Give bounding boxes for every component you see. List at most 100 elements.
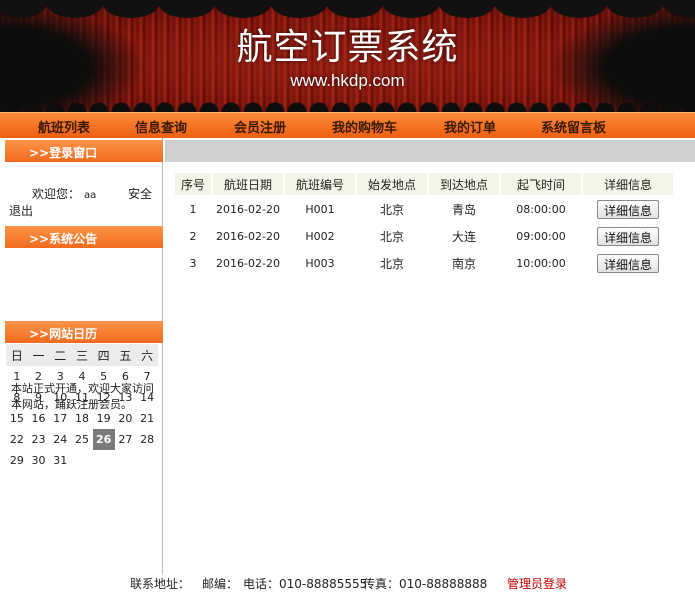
valance-scallop	[46, 0, 104, 18]
calendar-day[interactable]: 12	[93, 387, 115, 408]
calendar-day[interactable]: 2	[28, 366, 50, 387]
valance-scallop	[438, 0, 496, 18]
calendar-day[interactable]: 9	[28, 387, 50, 408]
calendar-day[interactable]: 24	[49, 429, 71, 450]
flight-detail-button[interactable]: 详细信息	[596, 254, 659, 273]
valance-scallop	[550, 0, 608, 18]
footer-phone: 电话：010-88885555	[243, 577, 368, 591]
cell-action: 详细信息	[583, 251, 673, 276]
calendar-day[interactable]: 5	[93, 366, 115, 387]
calendar-day[interactable]: 25	[71, 429, 93, 450]
calendar-day[interactable]: 20	[115, 408, 137, 429]
nav-shopping-cart[interactable]: 我的购物车	[332, 117, 397, 136]
calendar-day[interactable]: 8	[6, 387, 28, 408]
cell-action: 详细信息	[583, 197, 673, 222]
footer: 联系地址： 邮编： 电话：010-88885555 传真：010-8888888…	[0, 575, 695, 595]
calendar-day[interactable]: 16	[28, 408, 50, 429]
calendar-day[interactable]: 10	[49, 387, 71, 408]
username: aa	[84, 190, 97, 201]
column-header: 航班日期	[213, 173, 283, 195]
calendar-day[interactable]: 28	[136, 429, 158, 450]
flight-detail-button[interactable]: 详细信息	[596, 200, 659, 219]
table-row: 1 2016-02-20 H001 北京 青岛 08:00:00 详细信息	[175, 197, 673, 222]
calendar-day[interactable]: 15	[6, 408, 28, 429]
calendar-weekday: 三	[71, 344, 93, 366]
valance-scallop	[382, 0, 440, 18]
calendar-weekday: 二	[49, 344, 72, 366]
banner-bottom-fringe	[0, 96, 695, 112]
content-header-bar	[165, 140, 695, 162]
welcome-label: 欢迎您：	[32, 187, 81, 201]
cell-action: 详细信息	[583, 224, 673, 249]
calendar-day[interactable]: 7	[136, 366, 158, 387]
valance-scallop	[494, 0, 552, 18]
cell-code: H001	[305, 203, 335, 216]
calendar-day[interactable]: 4	[71, 366, 93, 387]
calendar-day	[71, 450, 93, 471]
calendar-week: 15 16 17 18 19 20 21	[6, 408, 158, 429]
valance-scallop	[606, 0, 664, 18]
valance-scallop	[158, 0, 216, 18]
cell-date: 2016-02-20	[216, 257, 280, 270]
calendar-day[interactable]: 21	[136, 408, 158, 429]
nav-my-orders[interactable]: 我的订单	[444, 117, 496, 136]
calendar-weekday: 四	[92, 344, 115, 366]
column-header: 序号	[175, 173, 211, 195]
calendar-week: 1234567	[6, 366, 158, 387]
valance-scallop	[102, 0, 160, 18]
calendar-day[interactable]: 26	[92, 429, 115, 450]
column-header: 起飞时间	[501, 173, 581, 195]
site-banner: 航空订票系统 www.hkdp.com	[0, 0, 695, 112]
cell-code: H002	[305, 230, 335, 243]
column-header: 详细信息	[583, 173, 673, 195]
flight-detail-button[interactable]: 详细信息	[596, 227, 659, 246]
calendar-weekday: 一	[27, 344, 50, 366]
calendar-day[interactable]: 22	[6, 429, 28, 450]
calendar-day[interactable]: 1	[6, 366, 28, 387]
cell-to: 青岛	[451, 203, 476, 217]
cell-date: 2016-02-20	[216, 203, 280, 216]
calendar-day[interactable]: 27	[115, 429, 137, 450]
table-row: 3 2016-02-20 H003 北京 南京 10:00:00 详细信息	[175, 251, 673, 276]
footer-fax: 传真：010-88888888	[363, 577, 488, 591]
banner-top-valance	[0, 0, 695, 20]
valance-scallop	[326, 0, 384, 18]
calendar-day[interactable]: 29	[6, 450, 28, 471]
valance-scallop	[270, 0, 328, 18]
calendar-day[interactable]: 23	[28, 429, 50, 450]
calendar-week: 22 23 24 25 26 27 28	[6, 429, 158, 450]
nav-message-board[interactable]: 系统留言板	[541, 117, 606, 136]
logout-link[interactable]: 退出	[9, 202, 33, 220]
calendar-day[interactable]: 6	[115, 366, 137, 387]
nav-member-register[interactable]: 会员注册	[234, 117, 286, 136]
valance-scallop	[0, 0, 48, 18]
calendar-day[interactable]: 30	[28, 450, 50, 471]
calendar-day[interactable]: 13	[115, 387, 137, 408]
calendar-day[interactable]: 19	[93, 408, 115, 429]
calendar-weekday: 日	[6, 344, 28, 366]
column-header: 到达地点	[429, 173, 499, 195]
site-calendar: 日一二三四五六 1 2 3 4 5 6 7 8 9 10 11 12 13 14 15 16 17 18 19 20 2…	[6, 344, 158, 471]
valance-scallop	[662, 0, 695, 18]
calendar-day[interactable]: 3	[49, 366, 71, 387]
calendar-day	[136, 450, 158, 471]
cell-from: 北京	[379, 257, 404, 271]
calendar-day[interactable]: 17	[49, 408, 71, 429]
table-row: 2 2016-02-20 H002 北京 大连 09:00:00 详细信息	[175, 224, 673, 249]
main-nav: 航班列表 信息查询 会员注册 我的购物车 我的订单 系统留言板	[0, 112, 695, 138]
calendar-day[interactable]: 11	[71, 387, 93, 408]
valance-scallop	[214, 0, 272, 18]
footer-zip: 邮编：	[202, 577, 239, 591]
nav-flight-list[interactable]: 航班列表	[38, 117, 90, 136]
column-header: 始发地点	[357, 173, 427, 195]
column-header: 航班编号	[285, 173, 355, 195]
nav-info-query[interactable]: 信息查询	[135, 117, 187, 136]
site-title: 航空订票系统	[236, 27, 459, 68]
calendar-day[interactable]: 31	[49, 450, 71, 471]
cell-code: H003	[305, 257, 335, 270]
safe-logout-link[interactable]: 安全	[128, 185, 152, 203]
calendar-day[interactable]: 14	[136, 387, 158, 408]
calendar-day[interactable]: 18	[71, 408, 93, 429]
calendar-weekday: 六	[136, 344, 158, 366]
admin-login-link[interactable]: 管理员登录	[507, 575, 567, 592]
